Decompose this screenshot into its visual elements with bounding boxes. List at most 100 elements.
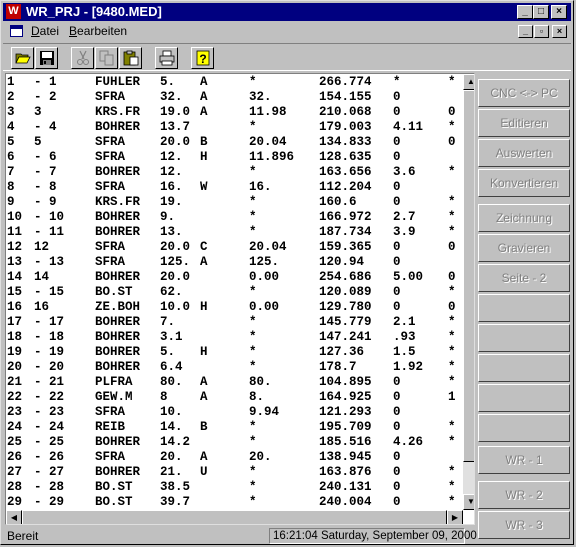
cell-tool-code: A <box>200 105 208 119</box>
document-system-menu-icon[interactable] <box>10 25 23 37</box>
side-button-wr-2[interactable]: WR - 2 <box>478 481 570 509</box>
cell-block-number: - 26 <box>34 450 65 464</box>
side-button-konvertieren[interactable]: Konvertieren <box>478 169 570 197</box>
cell-depth: 0 <box>393 420 401 434</box>
cell-position: 129.780 <box>319 300 372 314</box>
side-button-wr-1[interactable]: WR - 1 <box>478 446 570 474</box>
cell-line-number: 2 <box>7 90 15 104</box>
side-button-gravieren[interactable]: Gravieren <box>478 234 570 262</box>
cell-depth: 0 <box>393 405 401 419</box>
copy-button[interactable] <box>95 47 118 69</box>
side-button-seite-2[interactable]: Seite - 2 <box>478 264 570 292</box>
cell-line-number: 21 <box>7 375 23 389</box>
side-button-empty-8[interactable] <box>478 324 570 352</box>
cell-tool-name: BOHRER <box>95 465 141 479</box>
cut-button[interactable] <box>71 47 94 69</box>
paste-button[interactable] <box>119 47 142 69</box>
cell-tool-name: ZE.BOH <box>95 300 141 314</box>
document-close-button[interactable]: × <box>552 25 567 38</box>
cell-line-number: 8 <box>7 180 15 194</box>
cell-flag: * <box>448 330 456 344</box>
cell-block-number: - 15 <box>34 285 65 299</box>
side-button-empty-9[interactable] <box>478 354 570 382</box>
vertical-scroll-thumb[interactable] <box>463 90 474 462</box>
minimize-button[interactable]: _ <box>517 5 533 19</box>
cell-position: 163.656 <box>319 165 372 179</box>
menu-datei[interactable]: Datei <box>29 24 61 39</box>
cell-block-number: - 25 <box>34 435 65 449</box>
cell-value: 8. <box>249 390 265 404</box>
cell-position: 254.686 <box>319 270 372 284</box>
cell-position: 127.36 <box>319 345 365 359</box>
menu-bearbeiten[interactable]: Bearbeiten <box>67 24 129 39</box>
cell-line-number: 27 <box>7 465 23 479</box>
document-restore-button[interactable]: ▫ <box>534 25 549 38</box>
side-button-empty-11[interactable] <box>478 414 570 442</box>
help-button[interactable]: ? <box>191 47 214 69</box>
cell-flag: 0 <box>448 300 456 314</box>
cell-position: 164.925 <box>319 390 372 404</box>
side-button-empty-10[interactable] <box>478 384 570 412</box>
side-button-empty-7[interactable] <box>478 294 570 322</box>
cell-depth: 0 <box>393 465 401 479</box>
horizontal-scroll-thumb[interactable] <box>22 510 447 524</box>
side-button-auswerten[interactable]: Auswerten <box>478 139 570 167</box>
cell-value: * <box>249 360 257 374</box>
cell-block-number: - 29 <box>34 495 65 509</box>
cell-tool-code: B <box>200 135 208 149</box>
horizontal-scrollbar[interactable]: ◀ ▶ <box>6 510 463 524</box>
print-button[interactable] <box>155 47 178 69</box>
cell-value: * <box>249 345 257 359</box>
cell-tool-code: H <box>200 150 208 164</box>
cell-tool-code: A <box>200 75 208 89</box>
app-icon[interactable]: W <box>6 4 21 19</box>
vertical-scrollbar[interactable]: ▲ ▼ <box>463 74 474 510</box>
cell-tool-name: BOHRER <box>95 120 141 134</box>
cell-diameter: 125. <box>160 255 191 269</box>
cell-tool-name: SFRA <box>95 90 126 104</box>
scroll-left-icon[interactable]: ◀ <box>6 510 22 524</box>
cell-line-number: 24 <box>7 420 23 434</box>
cell-block-number: - 22 <box>34 390 65 404</box>
cell-diameter: 10. <box>160 405 183 419</box>
cell-depth: 2.1 <box>393 315 416 329</box>
save-button[interactable] <box>35 47 58 69</box>
title-bar[interactable]: W WR_PRJ - [9480.MED] _ □ × <box>3 3 571 21</box>
cell-value: 32. <box>249 90 272 104</box>
cell-tool-name: BOHRER <box>95 330 141 344</box>
cell-tool-name: BOHRER <box>95 345 141 359</box>
cell-tool-code: A <box>200 375 208 389</box>
scroll-up-icon[interactable]: ▲ <box>463 74 474 90</box>
cell-position: 134.833 <box>319 135 372 149</box>
scroll-down-icon[interactable]: ▼ <box>463 494 474 510</box>
cell-depth: 5.00 <box>393 270 424 284</box>
cell-diameter: 20.0 <box>160 240 191 254</box>
document-minimize-button[interactable]: _ <box>518 25 533 38</box>
status-datetime: 16:21:04 Saturday, September 09, 2000 <box>269 528 477 544</box>
cell-depth: 4.11 <box>393 120 424 134</box>
scroll-right-icon[interactable]: ▶ <box>447 510 463 524</box>
cell-depth: 0 <box>393 135 401 149</box>
cell-block-number: 12 <box>34 240 50 254</box>
cell-block-number: - 18 <box>34 330 65 344</box>
cell-block-number: 5 <box>34 135 42 149</box>
program-listing[interactable]: 1- 1 FUHLER 5. A * 266.774 * * 2- 2 SFRA 32. A 32. 15… <box>5 73 475 525</box>
cell-tool-code: U <box>200 465 208 479</box>
side-button-cnc-pc[interactable]: CNC <-> PC <box>478 79 570 107</box>
close-button[interactable]: × <box>551 5 567 19</box>
side-button-editieren[interactable]: Editieren <box>478 109 570 137</box>
cell-block-number: - 1 <box>34 75 57 89</box>
open-button[interactable] <box>11 47 34 69</box>
save-disk-icon <box>40 51 54 65</box>
maximize-button[interactable]: □ <box>533 5 549 19</box>
cell-position: 166.972 <box>319 210 372 224</box>
cell-block-number: - 9 <box>34 195 57 209</box>
cell-line-number: 3 <box>7 105 15 119</box>
cell-tool-name: BOHRER <box>95 315 141 329</box>
cell-flag: * <box>448 315 456 329</box>
cell-depth: 0 <box>393 105 401 119</box>
side-button-zeichnung[interactable]: Zeichnung <box>478 204 570 232</box>
cell-value: 0.00 <box>249 300 280 314</box>
cell-position: 163.876 <box>319 465 372 479</box>
cell-flag: 0 <box>448 240 456 254</box>
